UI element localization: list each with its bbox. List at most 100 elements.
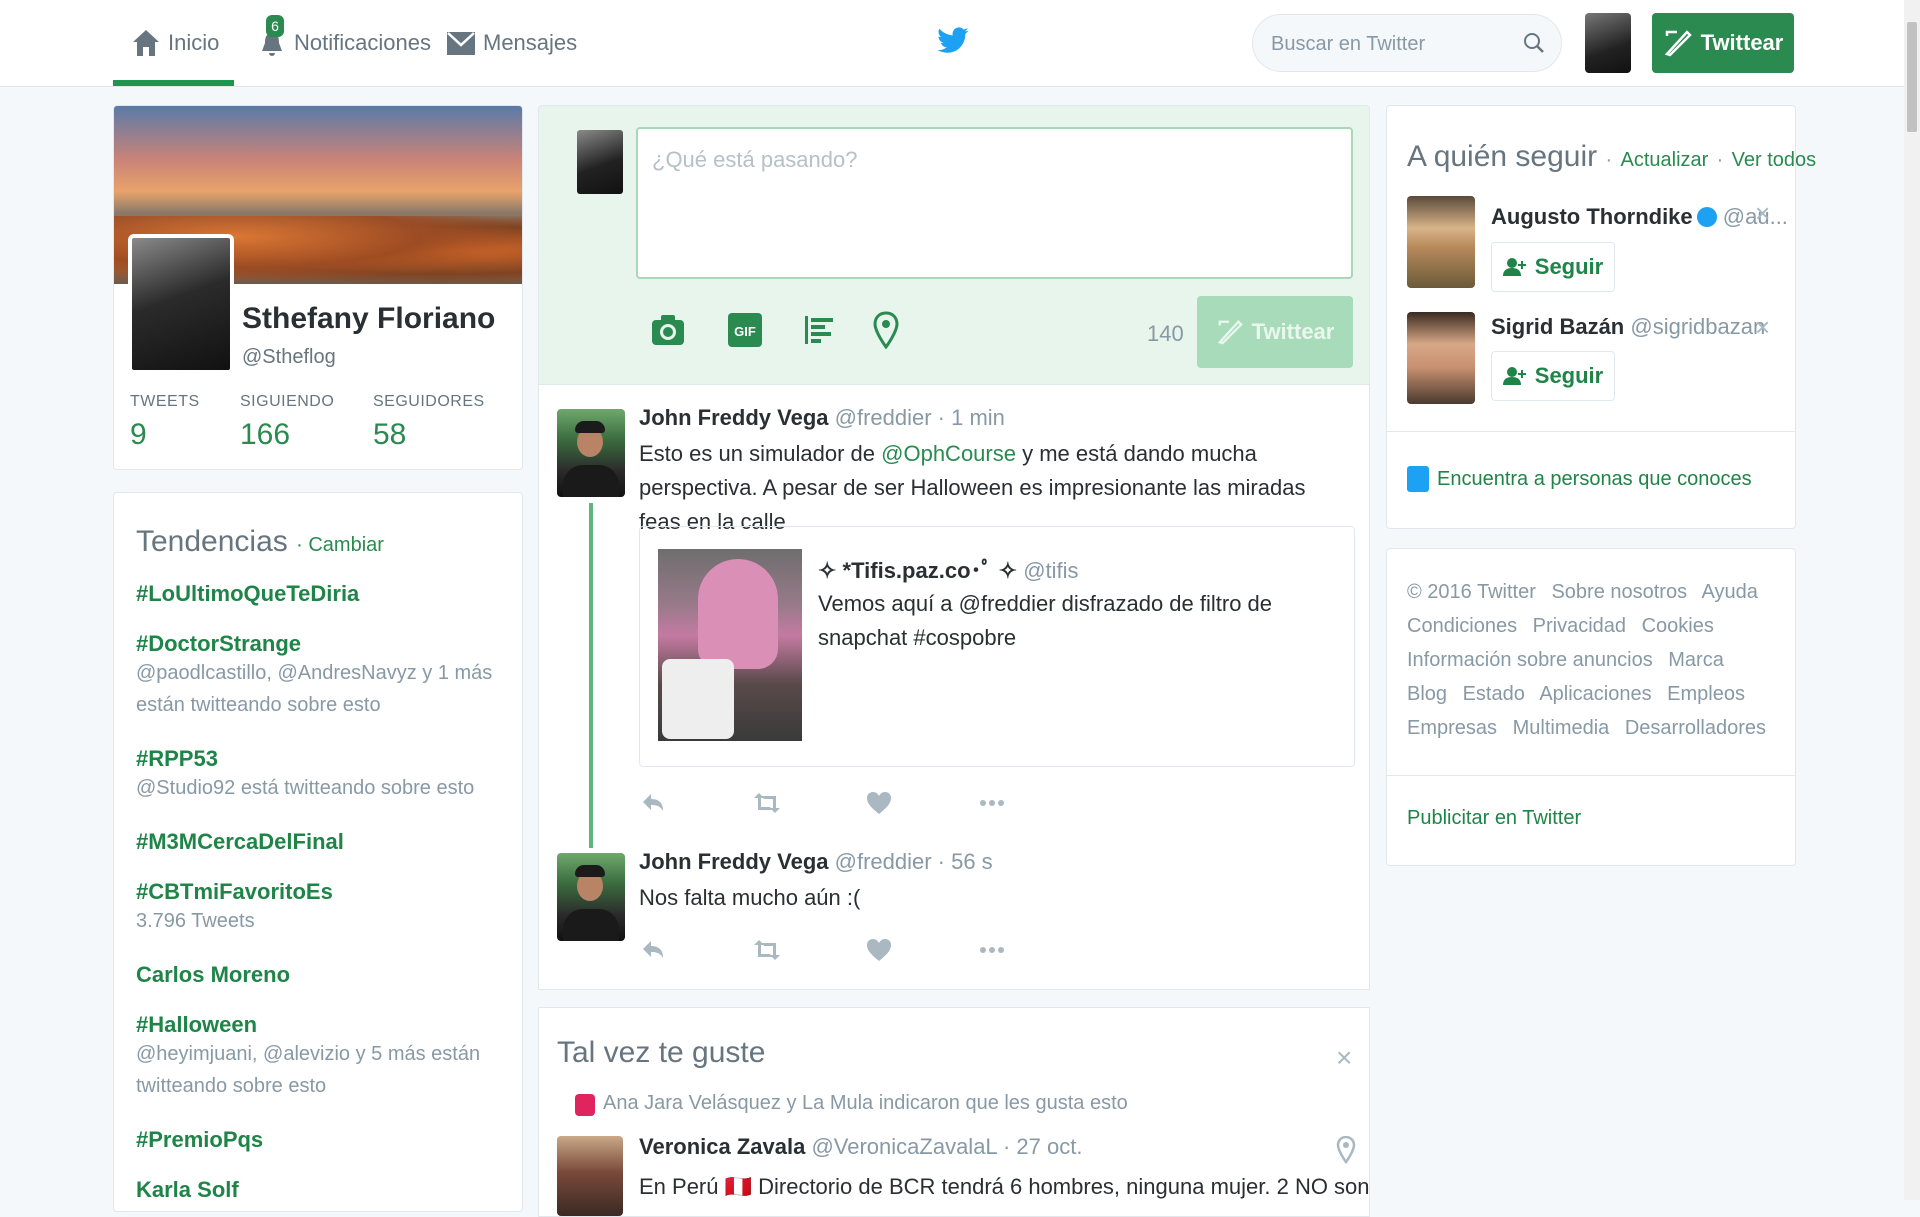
footer-link[interactable]: Condiciones (1407, 615, 1517, 637)
tweet-author-avatar[interactable] (557, 853, 625, 941)
footer-link[interactable]: Estado (1463, 683, 1525, 705)
location-pin-icon[interactable] (1336, 1136, 1356, 1164)
stat-following-label[interactable]: SIGUIENDO (240, 393, 334, 411)
profile-avatar[interactable] (128, 234, 234, 374)
suggested-user-handle[interactable]: @sigridbazan (1630, 314, 1765, 339)
suggested-user[interactable]: Augusto Thorndike @au... (1491, 204, 1788, 230)
twitter-bird-icon[interactable] (936, 24, 970, 58)
trend-item[interactable]: #PremioPqs (136, 1127, 506, 1153)
footer-link[interactable]: Empleos (1667, 683, 1745, 705)
tweet-author-name[interactable]: John Freddy Vega (639, 405, 829, 430)
nav-messages[interactable]: Mensajes (445, 0, 577, 86)
trend-item[interactable]: #LoUltimoQueTeDiria (136, 581, 506, 607)
stat-tweets-label[interactable]: TWEETS (130, 393, 200, 411)
nav-notifications[interactable]: 6 Notificaciones (256, 0, 431, 86)
trends-change-link[interactable]: · Cambiar (296, 534, 384, 556)
footer-link[interactable]: Cookies (1642, 615, 1714, 637)
trend-name[interactable]: #DoctorStrange (136, 631, 506, 657)
find-people-link[interactable]: Encuentra a personas que conoces (1407, 466, 1752, 492)
trend-item[interactable]: Karla Solf (136, 1177, 506, 1203)
composer-tweet-button[interactable]: Twittear (1197, 296, 1353, 368)
compose-tweet-button[interactable]: Twittear (1652, 13, 1794, 73)
profile-name[interactable]: Sthefany Floriano (242, 302, 495, 336)
trend-item[interactable]: #CBTmiFavoritoEs 3.796 Tweets (136, 879, 506, 937)
poll-icon[interactable] (801, 311, 839, 349)
quoted-author-name[interactable]: ✧ *Tifis.paz.co･ﾟ ✧ (818, 558, 1017, 583)
trend-item[interactable]: #M3MCercaDelFinal (136, 829, 506, 855)
quoted-tweet[interactable]: ✧ *Tifis.paz.co･ﾟ ✧ @tifis Vemos aquí a … (639, 526, 1355, 767)
page-scrollbar[interactable] (1904, 0, 1920, 1200)
gif-icon[interactable]: GIF (726, 311, 764, 349)
retweet-icon[interactable] (753, 789, 781, 817)
suggested-user-avatar[interactable] (1407, 196, 1475, 288)
profile-handle[interactable]: @Stheflog (242, 346, 336, 369)
advertise-link[interactable]: Publicitar en Twitter (1407, 807, 1581, 830)
trend-item[interactable]: #RPP53 @Studio92 está twitteando sobre e… (136, 746, 506, 804)
footer-link[interactable]: Ayuda (1702, 581, 1758, 603)
trend-name[interactable]: Carlos Moreno (136, 962, 506, 988)
heart-icon[interactable] (865, 789, 893, 817)
more-options-icon[interactable] (978, 789, 1006, 817)
footer-link[interactable]: Aplicaciones (1539, 683, 1651, 705)
search-input[interactable] (1269, 27, 1513, 61)
camera-icon[interactable] (649, 311, 687, 349)
trend-name[interactable]: #LoUltimoQueTeDiria (136, 581, 506, 607)
suggested-user-avatar[interactable] (1407, 312, 1475, 404)
reply-icon[interactable] (639, 789, 667, 817)
dismiss-icon[interactable]: × (1755, 312, 1770, 343)
location-icon[interactable] (867, 311, 905, 349)
trend-name[interactable]: #RPP53 (136, 746, 506, 772)
trend-item[interactable]: #Halloween @heyimjuani, @alevizio y 5 má… (136, 1012, 506, 1102)
stat-followers-label[interactable]: SEGUIDORES (373, 393, 485, 411)
tweet-text-input[interactable] (636, 127, 1353, 279)
stat-tweets-value[interactable]: 9 (130, 418, 147, 452)
trend-name[interactable]: #M3MCercaDelFinal (136, 829, 506, 855)
footer-link[interactable]: Multimedia (1513, 717, 1610, 739)
trend-item[interactable]: Carlos Moreno (136, 962, 506, 988)
liked-by-text[interactable]: Ana Jara Velásquez y La Mula indicaron q… (603, 1092, 1128, 1114)
heart-icon[interactable] (865, 936, 893, 964)
follow-button[interactable]: Seguir (1491, 242, 1615, 292)
follow-button[interactable]: Seguir (1491, 351, 1615, 401)
stat-following-value[interactable]: 166 (240, 418, 290, 452)
footer-link[interactable]: Sobre nosotros (1551, 581, 1687, 603)
footer-link[interactable]: Información sobre anuncios (1407, 649, 1653, 671)
tweet-meta[interactable]: @freddier · 1 min (835, 405, 1005, 430)
quoted-tweet-image[interactable] (658, 549, 802, 741)
view-all-link[interactable]: Ver todos (1732, 149, 1817, 171)
stat-followers-value[interactable]: 58 (373, 418, 406, 452)
close-icon[interactable]: × (1336, 1042, 1352, 1074)
tweet-author-avatar[interactable] (557, 409, 625, 497)
nav-home[interactable]: Inicio (130, 0, 219, 86)
refresh-link[interactable]: Actualizar (1621, 149, 1709, 171)
footer-link[interactable]: © 2016 Twitter (1407, 581, 1536, 603)
trend-item[interactable]: #DoctorStrange @paodlcastillo, @AndresNa… (136, 631, 506, 721)
footer-link[interactable]: Empresas (1407, 717, 1497, 739)
reply-icon[interactable] (639, 936, 667, 964)
quoted-author-handle[interactable]: @tifis (1023, 558, 1078, 583)
tweet-mention-link[interactable]: @OphCourse (881, 441, 1016, 466)
trend-name[interactable]: #PremioPqs (136, 1127, 506, 1153)
tweet-header: John Freddy Vega @freddier · 1 min (639, 405, 1005, 431)
tweet-meta[interactable]: @freddier · 56 s (835, 849, 993, 874)
tweet-author-name[interactable]: John Freddy Vega (639, 849, 829, 874)
footer-link[interactable]: Marca (1668, 649, 1724, 671)
trend-name[interactable]: Karla Solf (136, 1177, 506, 1203)
suggested-user-name[interactable]: Augusto Thorndike (1491, 204, 1693, 229)
user-avatar-menu[interactable] (1585, 13, 1631, 73)
tweet-author-name[interactable]: Veronica Zavala (639, 1134, 805, 1159)
suggested-user-name[interactable]: Sigrid Bazán (1491, 314, 1624, 339)
tweet-meta[interactable]: @VeronicaZavalaL · 27 oct. (811, 1134, 1082, 1159)
search-icon[interactable] (1523, 32, 1545, 54)
trend-name[interactable]: #Halloween (136, 1012, 506, 1038)
footer-link[interactable]: Desarrolladores (1625, 717, 1766, 739)
trend-name[interactable]: #CBTmiFavoritoEs (136, 879, 506, 905)
dismiss-icon[interactable]: × (1755, 198, 1770, 229)
tweet-author-avatar[interactable] (557, 1136, 623, 1216)
suggested-user[interactable]: Sigrid Bazán @sigridbazan (1491, 314, 1765, 340)
footer-link[interactable]: Privacidad (1533, 615, 1626, 637)
footer-link[interactable]: Blog (1407, 683, 1447, 705)
retweet-icon[interactable] (753, 936, 781, 964)
scrollbar-thumb[interactable] (1907, 22, 1917, 132)
more-options-icon[interactable] (978, 936, 1006, 964)
